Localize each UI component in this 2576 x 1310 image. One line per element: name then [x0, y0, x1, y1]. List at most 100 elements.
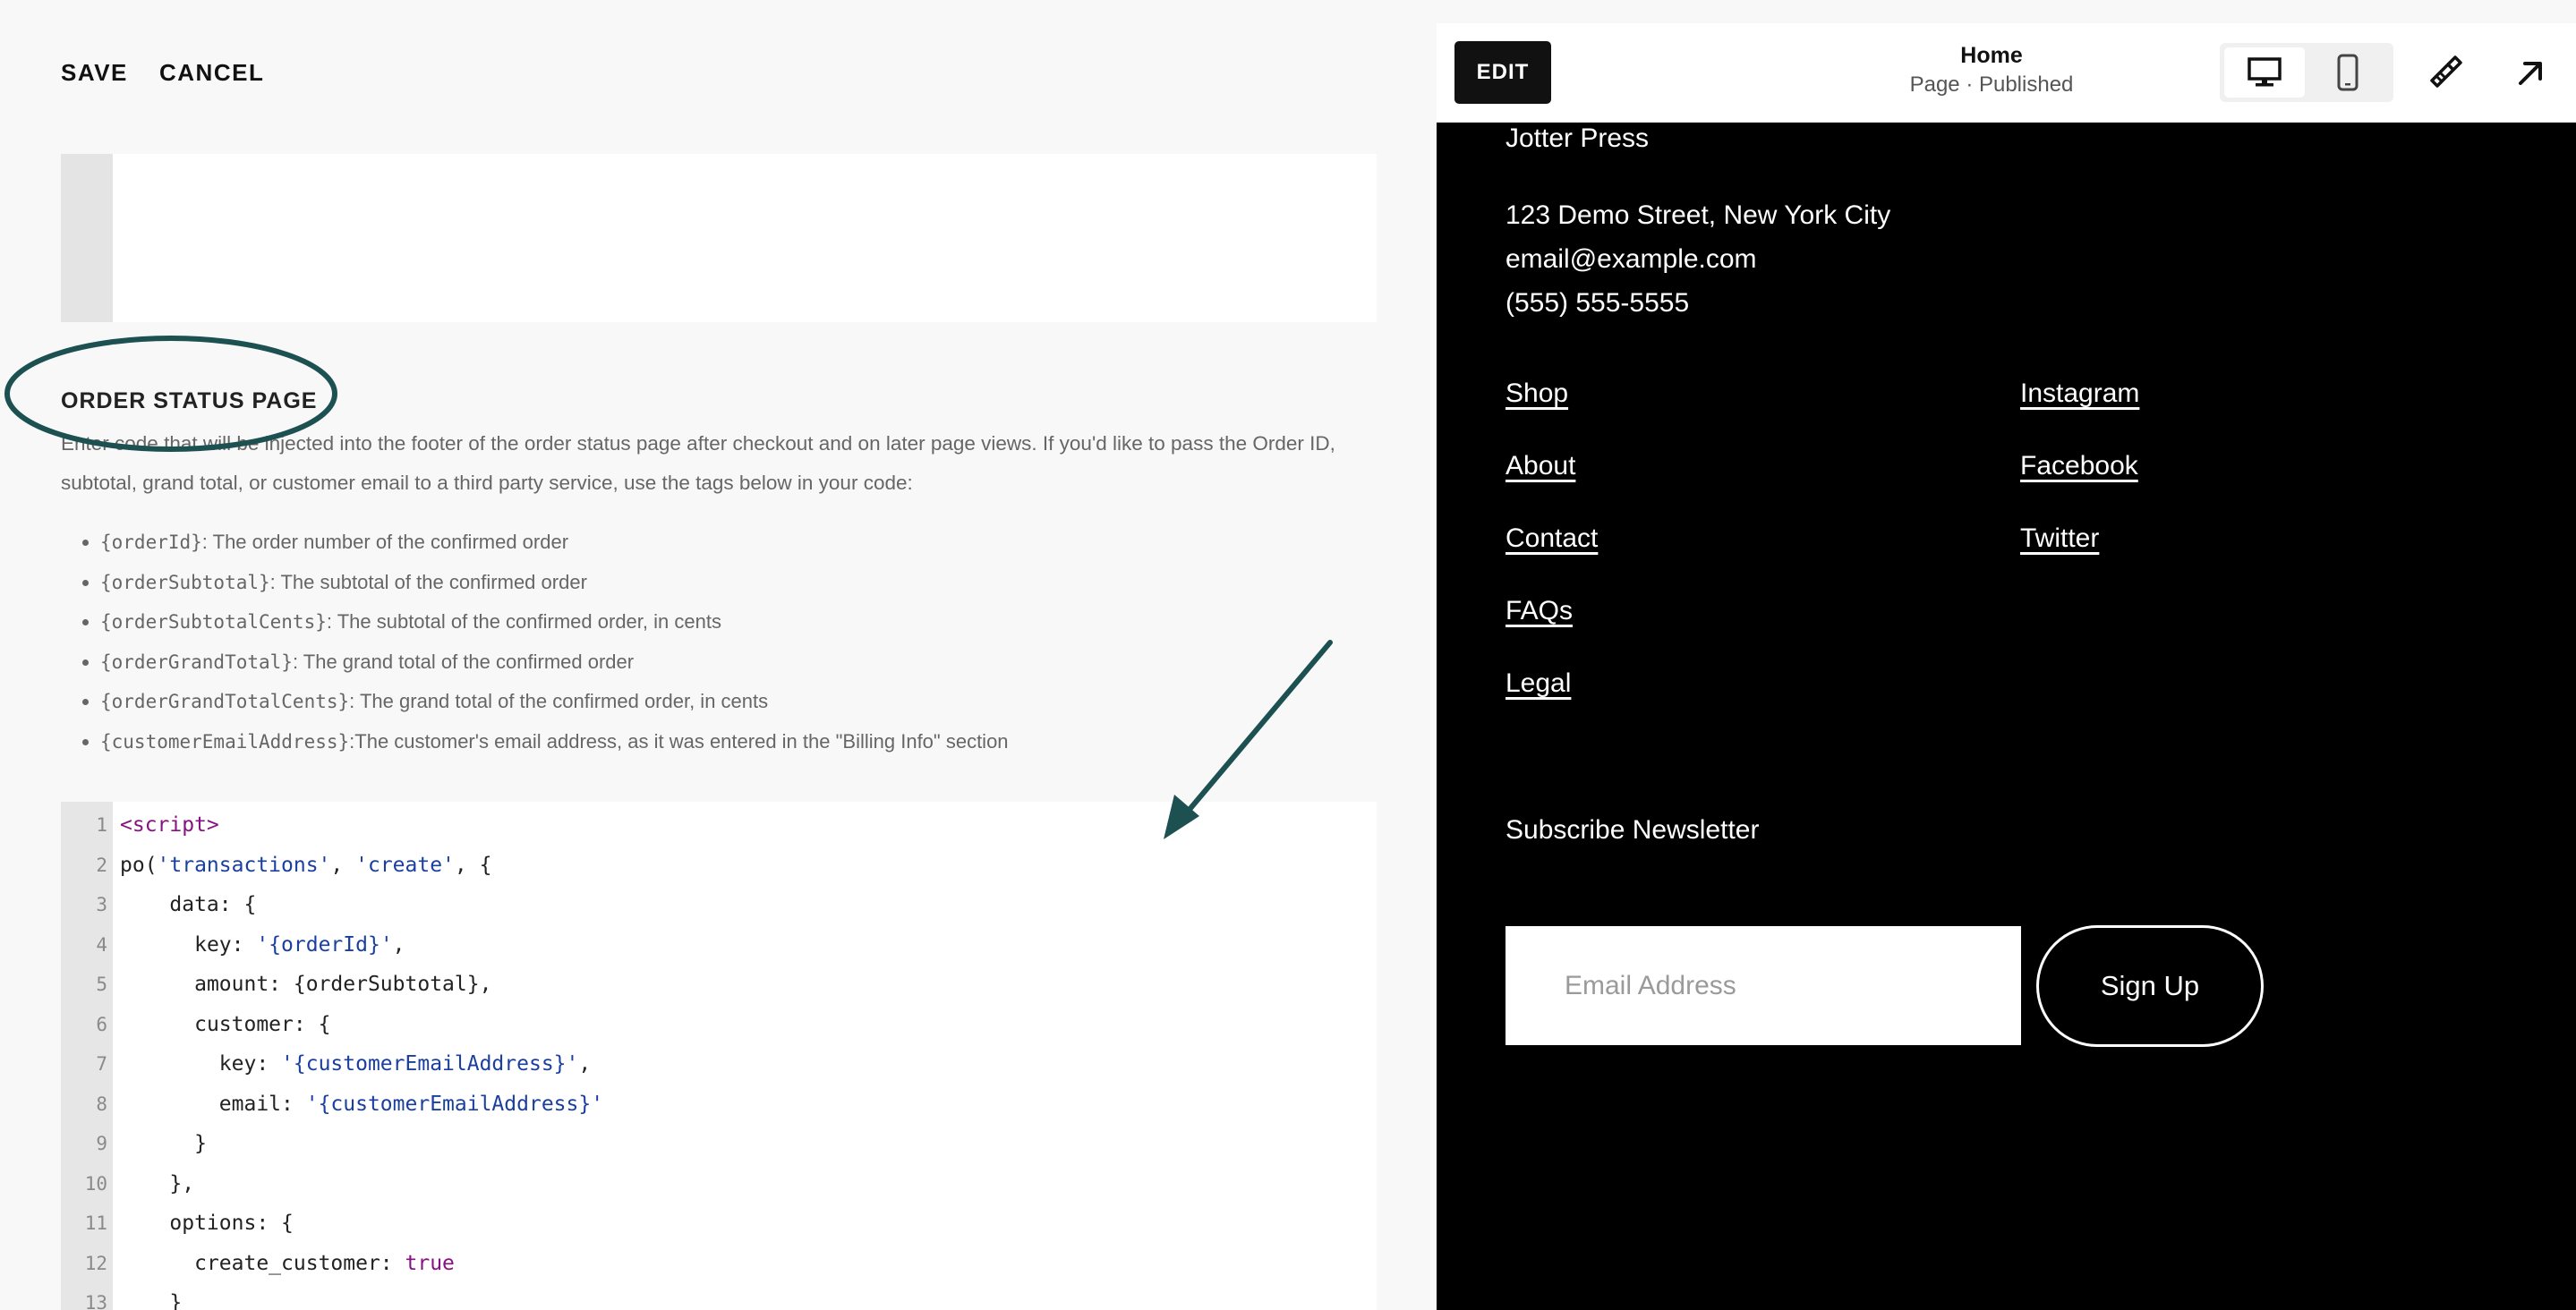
page-info: Home Page · Published [1884, 43, 2099, 98]
nav-link-shop[interactable]: Shop [1506, 379, 1568, 409]
tag-list: {orderId}: The order number of the confi… [61, 523, 1009, 761]
save-button[interactable]: SAVE [61, 59, 128, 87]
code-text: } [120, 1124, 207, 1163]
line-number: 11 [84, 1212, 107, 1234]
code-token: 'create' [355, 853, 455, 877]
code-token: } [194, 1132, 207, 1155]
nav-link-instagram[interactable]: Instagram [2020, 379, 2139, 409]
line-number: 8 [96, 1093, 107, 1115]
contact-info: 123 Demo Street, New York City email@exa… [1506, 193, 1890, 325]
tag-list-item: {orderId}: The order number of the confi… [100, 523, 1009, 563]
tag-code: {orderSubtotalCents} [100, 611, 327, 633]
line-number: 13 [84, 1292, 107, 1310]
code-token: key: [218, 1052, 282, 1076]
line-number: 7 [96, 1053, 107, 1075]
code-line: 9 } [61, 1124, 1377, 1163]
tag-code: {orderGrandTotal} [100, 651, 293, 673]
nav-link-twitter[interactable]: Twitter [2020, 523, 2099, 554]
line-number: 1 [96, 814, 107, 836]
code-line: 1 <script> [61, 805, 1377, 845]
code-token: po( [120, 853, 158, 877]
email-line: email@example.com [1506, 244, 1757, 274]
code-line: 3 data: { [61, 885, 1377, 924]
code-line: 2 po('transactions', 'create', { [61, 846, 1377, 885]
code-token: data: { [169, 893, 257, 916]
mobile-view-button[interactable] [2307, 47, 2388, 98]
code-text: customer: { [120, 1005, 330, 1044]
code-text: email: '{customerEmailAddress}' [120, 1085, 603, 1124]
tag-code: {orderSubtotal} [100, 571, 270, 593]
site-preview-panel: EDIT Home Page · Published Jotter Press … [1437, 23, 2576, 1310]
code-line: 11 options: { [61, 1204, 1377, 1243]
tag-description: : The grand total of the confirmed order… [349, 690, 769, 712]
code-token: '{customerEmailAddress}' [281, 1052, 579, 1076]
code-text: po('transactions', 'create', { [120, 846, 491, 885]
tag-code: {orderGrandTotalCents} [100, 691, 350, 712]
code-line: 5 amount: {orderSubtotal}, [61, 965, 1377, 1004]
open-site-button[interactable] [2507, 50, 2554, 97]
code-line: 7 key: '{customerEmailAddress}', [61, 1044, 1377, 1084]
address-line: 123 Demo Street, New York City [1506, 200, 1891, 230]
code-text: }, [120, 1164, 194, 1204]
device-toggle [2220, 43, 2393, 102]
brush-icon [2430, 55, 2462, 88]
line-number: 4 [96, 933, 107, 956]
nav-link-faqs[interactable]: FAQs [1506, 596, 1573, 626]
code-token: }, [169, 1171, 195, 1195]
nav-link-legal[interactable]: Legal [1506, 668, 1571, 699]
tag-list-item: {orderGrandTotal}: The grand total of th… [100, 642, 1009, 683]
code-token: key: [194, 932, 257, 957]
code-token: customer: { [194, 1012, 331, 1036]
code-line: 8 email: '{customerEmailAddress}' [61, 1085, 1377, 1124]
code-token: } [169, 1291, 183, 1310]
nav-link-about[interactable]: About [1506, 451, 1575, 481]
code-token: '{customerEmailAddress}' [305, 1092, 604, 1116]
line-number: 3 [96, 894, 107, 915]
nav-link-facebook[interactable]: Facebook [2020, 451, 2138, 481]
sign-up-button[interactable]: Sign Up [2036, 925, 2264, 1047]
tag-description: : The subtotal of the confirmed order [269, 570, 587, 593]
code-text: create_customer: true [120, 1244, 455, 1283]
code-text: <script> [120, 805, 219, 845]
code-token: options: { [169, 1212, 294, 1235]
code-text: key: '{customerEmailAddress}', [120, 1044, 591, 1084]
code-token: true [405, 1251, 455, 1275]
tag-list-item: {orderSubtotalCents}: The subtotal of th… [100, 602, 1009, 642]
code-token: amount: {orderSubtotal}, [194, 973, 492, 996]
code-line: 12 create_customer: true [61, 1244, 1377, 1283]
footer-code-editor[interactable] [61, 154, 1377, 322]
code-line: 10 }, [61, 1164, 1377, 1204]
line-number: 6 [96, 1013, 107, 1035]
code-token: email: [218, 1092, 306, 1116]
preview-toolbar: EDIT Home Page · Published [1437, 23, 2576, 123]
code-line: 6 customer: { [61, 1005, 1377, 1044]
order-status-code-editor[interactable]: 1 <script> 2 po('transactions', 'create', {… [61, 802, 1377, 1310]
newsletter-email-input[interactable] [1506, 926, 2021, 1045]
desktop-view-button[interactable] [2224, 47, 2305, 98]
nav-link-contact[interactable]: Contact [1506, 523, 1598, 554]
site-styles-button[interactable] [2421, 50, 2468, 97]
tag-list-item: {orderSubtotal}: The subtotal of the con… [100, 563, 1009, 603]
newsletter-title: Subscribe Newsletter [1506, 815, 1760, 845]
code-token: '{orderId}' [256, 932, 393, 957]
tag-description: : The subtotal of the confirmed order, i… [326, 610, 721, 633]
code-token: 'transactions' [157, 853, 331, 877]
cancel-button[interactable]: CANCEL [159, 59, 264, 87]
page-status: Page · Published [1909, 72, 2074, 97]
section-title: ORDER STATUS PAGE [61, 388, 318, 413]
code-token: create_customer: [194, 1251, 405, 1275]
code-line: 13 } [61, 1283, 1377, 1310]
line-number: 9 [96, 1133, 107, 1154]
tag-description: : The grand total of the confirmed order [292, 650, 635, 673]
section-description: Enter code that will be injected into th… [61, 432, 1335, 494]
edit-button[interactable]: EDIT [1454, 41, 1551, 104]
mobile-icon [2337, 54, 2358, 91]
